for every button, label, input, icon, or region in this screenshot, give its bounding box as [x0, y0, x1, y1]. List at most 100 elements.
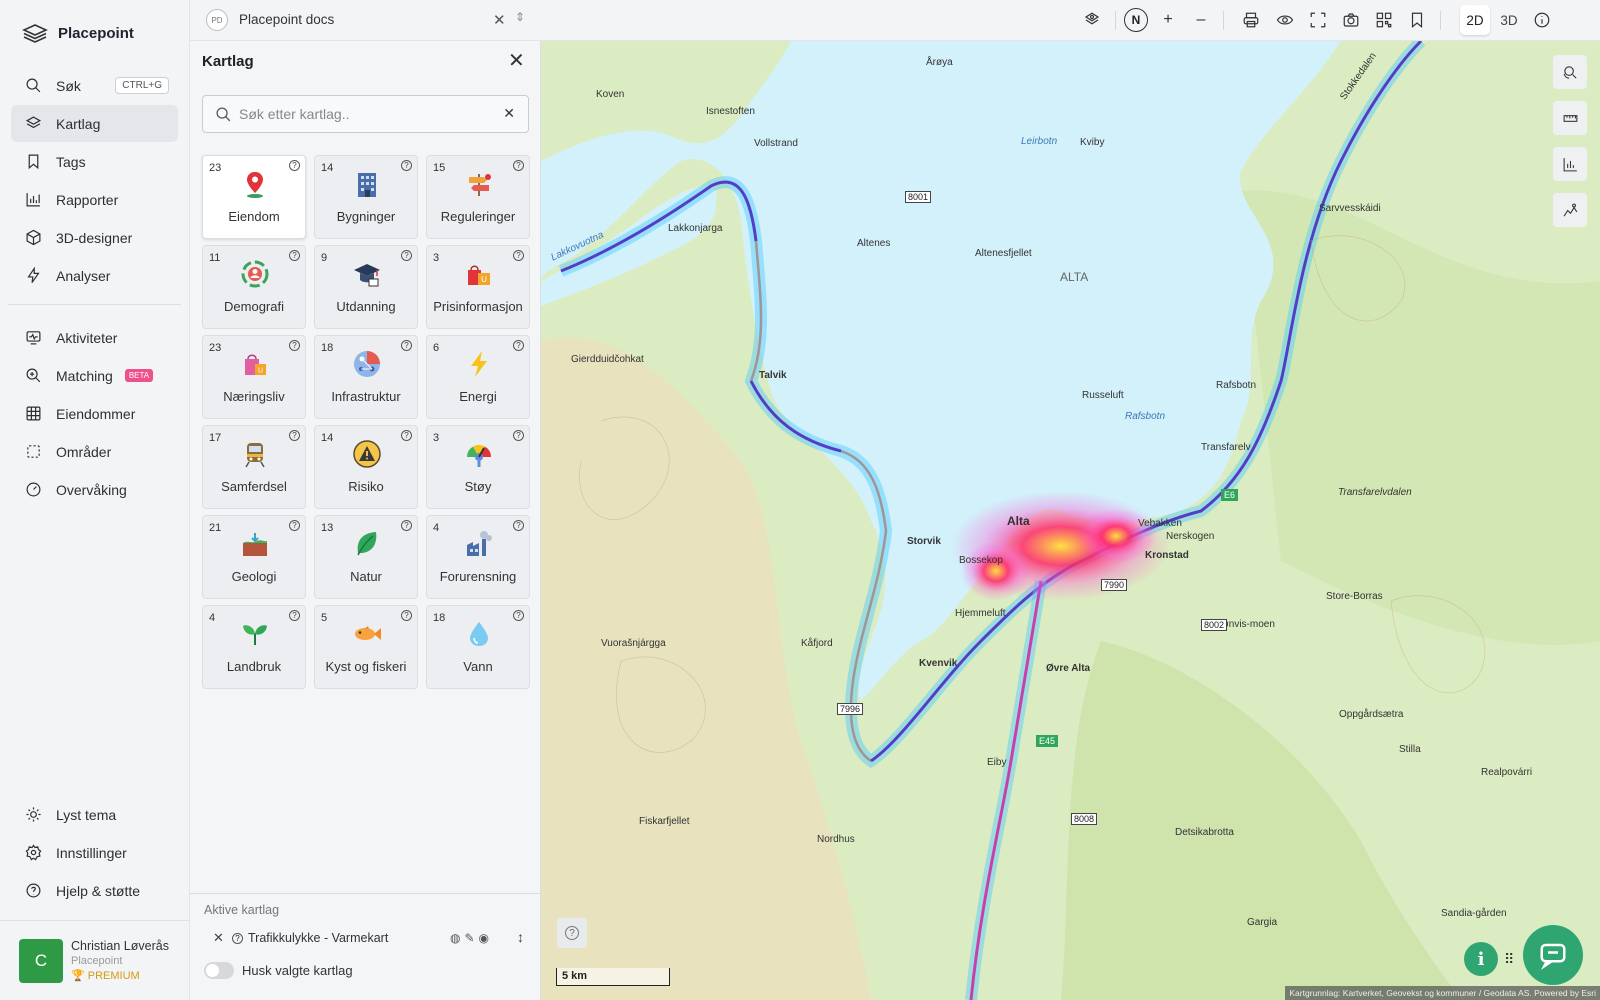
category-label: Vann [463, 659, 493, 674]
doc-title[interactable]: Placepoint docs [239, 12, 334, 27]
category-card-reguleringer[interactable]: 15 ? Reguleringer [426, 155, 530, 239]
category-card-prisinformasjon[interactable]: 3 ? U Prisinformasjon [426, 245, 530, 329]
help-icon[interactable]: ? [289, 340, 300, 351]
top-bar: PD Placepoint docs ✕ ⇕ N + – 2D 3D [190, 0, 1600, 41]
category-card-kyst-og-fiskeri[interactable]: 5 ? Kyst og fiskeri [314, 605, 418, 689]
help-icon[interactable]: ? [289, 250, 300, 261]
nav-item-tags[interactable]: Tags [11, 143, 178, 180]
chat-button[interactable] [1523, 925, 1583, 985]
category-card-landbruk[interactable]: 4 ? Landbruk [202, 605, 306, 689]
view-2d-button[interactable]: 2D [1460, 5, 1490, 35]
zoom-out-button[interactable]: – [1191, 10, 1211, 30]
camera-icon[interactable] [1341, 10, 1361, 30]
help-icon[interactable]: ? [401, 340, 412, 351]
pencil-icon[interactable]: ✎ [464, 931, 478, 945]
nav-item-kartlag[interactable]: Kartlag [11, 105, 178, 142]
area-select-icon [27, 445, 40, 458]
category-card-forurensning[interactable]: 4 ? Forurensning [426, 515, 530, 599]
nav-item-matching[interactable]: Matching BETA [11, 357, 178, 394]
nav-item-omrader[interactable]: Områder [11, 433, 178, 470]
category-card-bygninger[interactable]: 14 ? Bygninger [314, 155, 418, 239]
print-icon[interactable] [1241, 10, 1261, 30]
category-card-demografi[interactable]: 11 ? Demografi [202, 245, 306, 329]
drag-handle-icon[interactable]: ↕ [517, 929, 524, 945]
map-help-button[interactable]: ? [557, 918, 587, 948]
help-icon[interactable]: ? [513, 430, 524, 441]
brand[interactable]: Placepoint [0, 0, 189, 66]
category-card-vann[interactable]: 18 ? Vann [426, 605, 530, 689]
nav-item-analyser[interactable]: Analyser [11, 257, 178, 294]
factory-icon [467, 531, 492, 556]
map-view[interactable]: Koven Isnestoften Vollstrand Årøya Leirb… [541, 41, 1600, 1000]
category-card-naeringsliv[interactable]: 23 ? U Næringsliv [202, 335, 306, 419]
category-card-stoy[interactable]: 3 ? Støy [426, 425, 530, 509]
remember-layers-toggle[interactable] [204, 962, 234, 979]
help-icon[interactable]: ? [401, 520, 412, 531]
category-card-natur[interactable]: 13 ? Natur [314, 515, 418, 599]
remove-layer-icon[interactable]: ✕ [213, 930, 224, 946]
help-icon[interactable]: ? [232, 933, 243, 944]
layer-actions[interactable]: ◍✎◉ [450, 931, 493, 945]
nav-item-aktiviteter[interactable]: Aktiviteter [11, 319, 178, 356]
map-label: Kvenvik [919, 658, 958, 669]
help-icon[interactable]: ? [289, 160, 300, 171]
nav-item-settings[interactable]: Innstillinger [11, 834, 178, 871]
nav-item-overvaking[interactable]: Overvåking [11, 471, 178, 508]
info-icon[interactable] [1532, 10, 1552, 30]
help-icon[interactable]: ? [401, 250, 412, 261]
help-icon[interactable]: ? [289, 430, 300, 441]
toolbar-divider [1115, 11, 1116, 30]
category-card-samferdsel[interactable]: 17 ? Samferdsel [202, 425, 306, 509]
category-card-eiendom[interactable]: 23 ? Eiendom [202, 155, 306, 239]
map-tool-statistics[interactable] [1553, 147, 1587, 181]
help-icon[interactable]: ? [513, 340, 524, 351]
nav-item-light-theme[interactable]: Lyst tema [11, 796, 178, 833]
help-icon[interactable]: ? [289, 610, 300, 621]
nav-item-rapporter[interactable]: Rapporter [11, 181, 178, 218]
map-tool-measure[interactable] [1553, 101, 1587, 135]
nav-item-eiendommer[interactable]: Eiendommer [11, 395, 178, 432]
zoom-in-button[interactable]: + [1158, 10, 1178, 30]
train-icon [245, 443, 265, 468]
nav-item-help[interactable]: Hjelp & støtte [11, 872, 178, 909]
help-icon[interactable]: ? [513, 610, 524, 621]
nav-item-3d-designer[interactable]: 3D-designer [11, 219, 178, 256]
map-label: Lakkonjarga [668, 223, 723, 234]
help-icon[interactable]: ? [513, 250, 524, 261]
map-style-icon[interactable] [1082, 10, 1102, 30]
map-canvas[interactable] [541, 41, 1600, 1000]
layer-search-input[interactable] [239, 104, 489, 124]
help-icon[interactable]: ? [401, 610, 412, 621]
switch-doc-icon[interactable]: ⇕ [515, 10, 525, 24]
help-icon[interactable]: ? [401, 160, 412, 171]
close-panel-icon[interactable]: ✕ [508, 51, 525, 71]
category-card-infrastruktur[interactable]: 18 ? Infrastruktur [314, 335, 418, 419]
active-layer-row[interactable]: ✕ ? Trafikkulykke - Varmekart ◍✎◉ ↕ [190, 924, 541, 954]
help-icon[interactable]: ? [513, 520, 524, 531]
grip-icon[interactable]: ⠿ [1504, 951, 1514, 968]
map-tool-elevation[interactable] [1553, 193, 1587, 227]
help-icon[interactable]: ? [289, 520, 300, 531]
close-doc-icon[interactable]: ✕ [493, 11, 506, 29]
compass-north-button[interactable]: N [1124, 8, 1148, 32]
qr-code-icon[interactable] [1374, 10, 1394, 30]
palette-icon[interactable]: ◍ [450, 931, 464, 945]
category-card-risiko[interactable]: 14 ? Risiko [314, 425, 418, 509]
nav-item-search[interactable]: Søk CTRL+G [11, 67, 178, 104]
eye-icon[interactable]: ◉ [479, 931, 493, 945]
user-profile[interactable]: C Christian Løverås Placepoint 🏆 PREMIUM [0, 920, 190, 1000]
view-3d-button[interactable]: 3D [1494, 5, 1524, 35]
category-card-geologi[interactable]: 21 ? Geologi [202, 515, 306, 599]
fullscreen-icon[interactable] [1308, 10, 1328, 30]
category-card-energi[interactable]: 6 ? Energi [426, 335, 530, 419]
plan-label: PREMIUM [87, 970, 140, 982]
info-button[interactable]: i [1464, 942, 1498, 976]
help-icon[interactable]: ? [401, 430, 412, 441]
clear-search-icon[interactable]: ✕ [503, 105, 515, 122]
help-icon[interactable]: ? [513, 160, 524, 171]
beta-badge: BETA [124, 369, 154, 382]
eye-icon[interactable] [1275, 10, 1295, 30]
map-tool-inspect[interactable] [1553, 55, 1587, 89]
bookmark-icon[interactable] [1407, 10, 1427, 30]
category-card-utdanning[interactable]: 9 ? Utdanning [314, 245, 418, 329]
